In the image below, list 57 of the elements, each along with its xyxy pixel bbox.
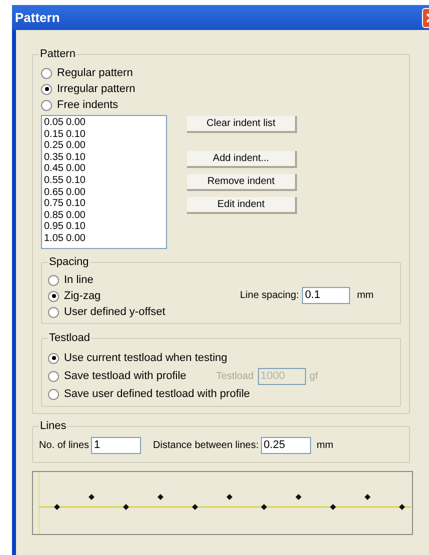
indent-list[interactable]: 0.05 0.00 0.15 0.10 0.25 0.00 0.35 0.10 0.45 0.00 0.55 0.10 0.65 0.00 0.75 0.10 0.85 0.00 0.95 0.10 1.05 0.00 xyxy=(41,115,167,249)
radio-label: Zig-zag xyxy=(64,288,101,304)
list-cell-text: 0.05 xyxy=(44,117,64,129)
list-cell: 0.10 xyxy=(66,198,86,210)
list-cell: 0.10 xyxy=(66,152,86,164)
list-cell: 0.10 xyxy=(66,128,86,140)
list-cell-text: 0.95 xyxy=(44,221,64,233)
radio-button[interactable] xyxy=(41,68,52,78)
distance-field[interactable]: 0.25 xyxy=(260,437,311,454)
radio-button[interactable] xyxy=(41,100,52,110)
list-cell: 0.00 xyxy=(66,232,86,245)
list-cell-text: 0.15 xyxy=(44,128,64,140)
list-cell: 0.00 xyxy=(66,163,86,175)
window-title: Pattern xyxy=(15,8,60,27)
list-cell: 0.00 xyxy=(66,140,86,152)
field-label: Line spacing: xyxy=(240,289,299,303)
unit-label: mm xyxy=(316,439,334,453)
radio-button[interactable] xyxy=(48,370,59,382)
list-cell-text: 0.55 xyxy=(44,174,64,187)
radio-button[interactable] xyxy=(48,306,59,318)
dialog-button[interactable]: Remove indent xyxy=(187,174,297,191)
list-cell-text: 0.65 xyxy=(44,186,64,198)
list-cell: 0.00 xyxy=(66,210,86,222)
dialog-button[interactable]: Edit indent xyxy=(187,197,297,214)
radio-button[interactable] xyxy=(48,290,59,302)
radio-label: User defined y-offset xyxy=(64,304,166,320)
list-cell-text: 0.75 xyxy=(44,198,64,210)
dialog-button[interactable]: Clear indent list xyxy=(187,116,297,133)
list-cell-text: 0.25 xyxy=(44,140,64,152)
list-cell: 0.00 xyxy=(66,117,86,129)
list-cell-text: 0.35 xyxy=(44,152,64,164)
list-cell-text: 0.45 xyxy=(44,163,64,175)
field-label: Testload xyxy=(216,370,254,384)
radio-label: Free indents xyxy=(57,98,118,113)
radio-label: Irregular pattern xyxy=(57,82,136,97)
radio-label: Use current testload when testing xyxy=(64,350,228,366)
line-spacing-field[interactable]: 0.1 xyxy=(302,287,350,304)
radio-button[interactable] xyxy=(48,352,59,364)
list-cell: 0.10 xyxy=(66,174,86,187)
radio-label: Save testload with profile xyxy=(64,368,186,384)
lines-count-field[interactable]: 1 xyxy=(91,437,142,454)
field-label: No. of lines xyxy=(39,439,90,453)
radio-button[interactable] xyxy=(41,84,52,94)
field-label: Distance between lines: xyxy=(153,439,259,453)
unit-label: gf xyxy=(310,370,318,384)
group-title: Spacing xyxy=(48,255,90,269)
list-cell: 0.10 xyxy=(66,221,86,233)
list-cell-text: 0.85 xyxy=(44,210,64,222)
radio-button[interactable] xyxy=(48,388,59,400)
dialog-button[interactable]: Add indent... xyxy=(187,151,297,168)
list-cell: 0.00 xyxy=(66,186,86,198)
unit-label: mm xyxy=(356,289,374,303)
list-cell-text: 1.05 xyxy=(44,232,64,245)
radio-button[interactable] xyxy=(48,274,59,286)
radio-label: Save user defined testload with profile xyxy=(64,386,250,402)
radio-label: In line xyxy=(64,272,94,288)
radio-label: Regular pattern xyxy=(57,66,133,81)
